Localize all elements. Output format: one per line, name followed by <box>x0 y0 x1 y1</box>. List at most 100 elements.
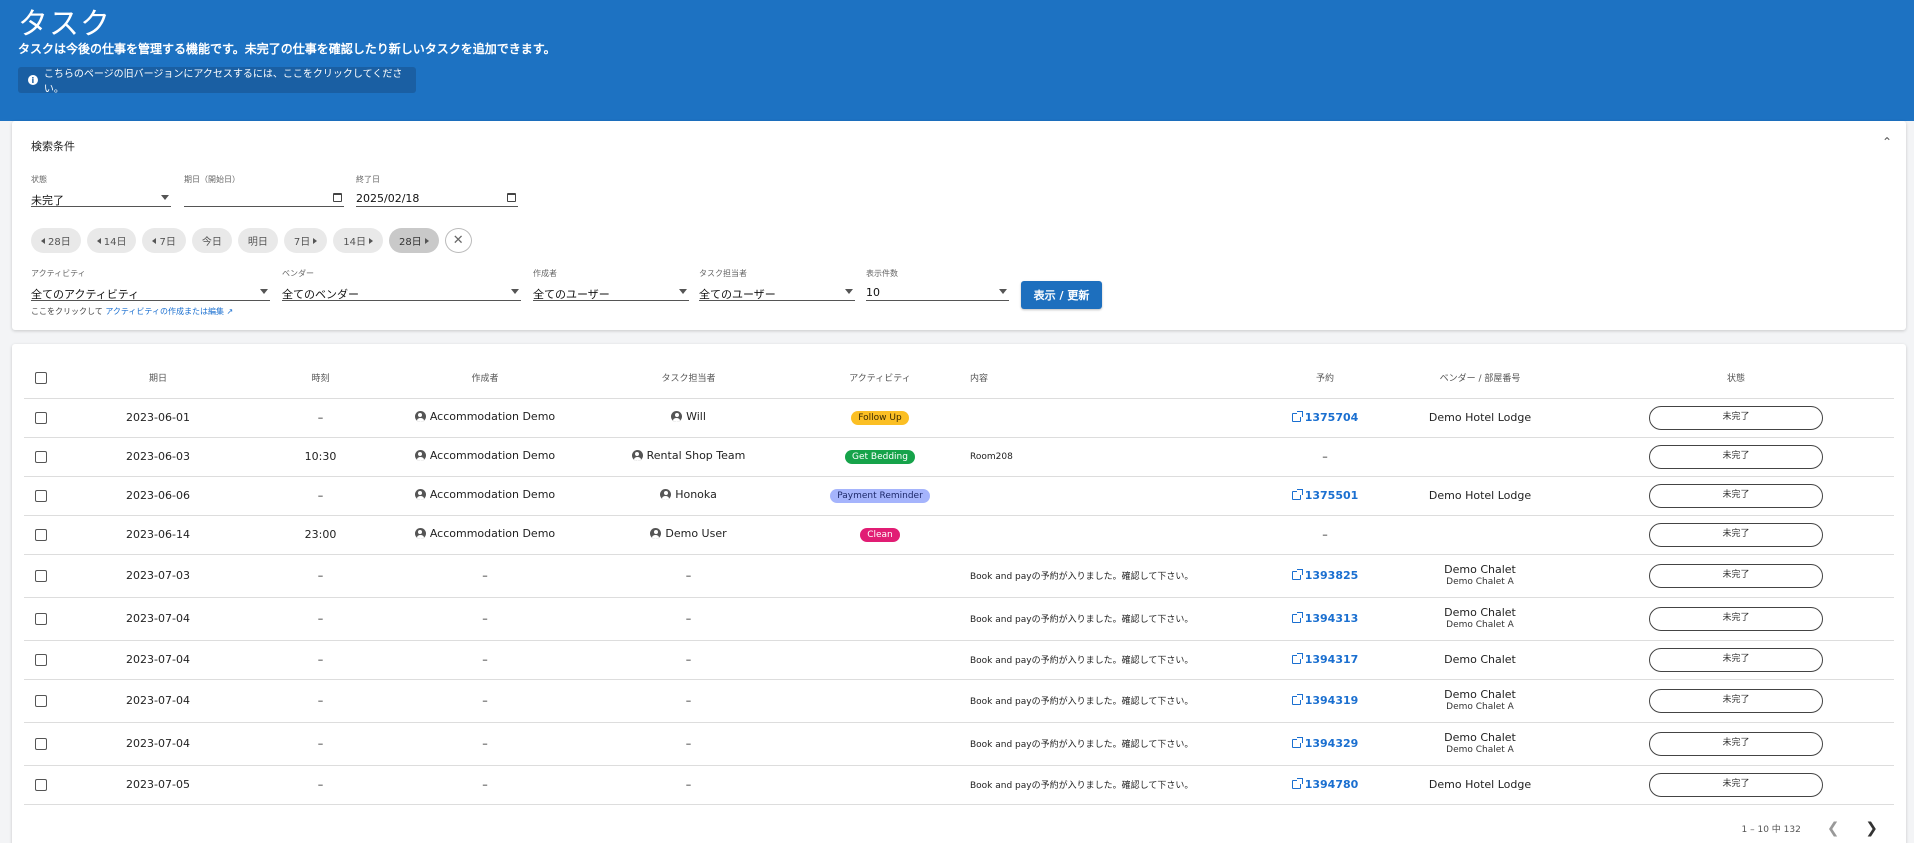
table-row[interactable]: 2023-07-04– – – Book and payの予約が入りました。確認して下… <box>24 679 1894 723</box>
reservation-link[interactable]: 1394317 <box>1291 652 1358 666</box>
creator-select[interactable]: 作成者 全てのユーザー <box>533 269 689 301</box>
row-checkbox[interactable] <box>35 451 47 463</box>
table-row[interactable]: 2023-06-06– Accommodation Demo Honoka Payme… <box>24 476 1894 516</box>
activity-cell <box>790 765 970 805</box>
status-label: 状態 <box>31 175 47 184</box>
row-checkbox[interactable] <box>35 412 47 424</box>
status-cell: 未完了 <box>1578 679 1894 723</box>
status-button[interactable]: 未完了 <box>1649 772 1823 797</box>
row-checkbox[interactable] <box>35 779 47 791</box>
external-link-icon <box>1291 652 1303 664</box>
status-button[interactable]: 未完了 <box>1649 731 1823 756</box>
chip-minus-7[interactable]: 7日 <box>142 228 186 253</box>
triangle-right-icon <box>313 237 318 244</box>
chip-label: 28日 <box>398 237 422 248</box>
status-value: 未完了 <box>31 194 64 207</box>
row-checkbox[interactable] <box>35 613 47 625</box>
chevron-left-icon[interactable]: ❮ <box>1827 819 1840 837</box>
submit-button[interactable]: 表示 / 更新 <box>1021 281 1102 309</box>
chip-plus-14[interactable]: 14日 <box>333 228 383 253</box>
chevron-up-icon[interactable]: ⌃ <box>1882 135 1892 149</box>
row-checkbox[interactable] <box>35 738 47 750</box>
per-page-select[interactable]: 表示件数 10 <box>866 269 1009 301</box>
reservation-link[interactable]: 1393825 <box>1291 568 1358 582</box>
status-button[interactable]: 未完了 <box>1649 444 1823 469</box>
chip-tomorrow[interactable]: 明日 <box>237 228 278 253</box>
table-row[interactable]: 2023-06-14 23:00 Accommodation Demo Demo Us… <box>24 515 1894 555</box>
chip-plus-28[interactable]: 28日 <box>388 228 439 253</box>
clear-date-button[interactable]: ✕ <box>444 228 472 253</box>
col-content: 内容 <box>970 358 1268 399</box>
row-checkbox[interactable] <box>35 490 47 502</box>
col-reservation: 予約 <box>1268 358 1382 399</box>
activity-cell <box>790 679 970 723</box>
col-date[interactable]: 期日 <box>58 358 258 399</box>
vendor-cell-content: Demo Chalet <box>1382 653 1578 667</box>
empty-dash: – <box>1322 450 1328 463</box>
calendar-icon[interactable] <box>333 193 342 202</box>
activity-select[interactable]: アクティビティ 全てのアクティビティ <box>31 269 270 301</box>
row-checkbox[interactable] <box>35 654 47 666</box>
old-version-link[interactable]: i こちらのページの旧バージョンにアクセスするには、ここをクリックしてください。 <box>18 67 416 95</box>
vendor-cell-content: Demo Chalet Demo Chalet A <box>1382 563 1578 588</box>
status-button[interactable]: 未完了 <box>1649 563 1823 588</box>
reservation-link[interactable]: 1394319 <box>1291 693 1358 707</box>
calendar-icon[interactable] <box>507 193 516 202</box>
empty-dash: – <box>685 612 692 625</box>
reservation-link[interactable]: 1375704 <box>1291 410 1358 424</box>
row-checkbox-cell <box>24 476 58 516</box>
row-checkbox[interactable] <box>35 570 47 582</box>
end-date-field[interactable]: 終了日 2025/02/18 <box>356 175 518 207</box>
status-select[interactable]: 状態 未完了 <box>31 175 171 207</box>
date-cell: 2023-06-03 <box>58 437 258 477</box>
chip-minus-14[interactable]: 14日 <box>86 228 137 253</box>
activity-help-prefix: ここをクリックして <box>31 307 103 316</box>
table-row[interactable]: 2023-06-03 10:30 Accommodation Demo Rental … <box>24 437 1894 477</box>
vendor-name: Demo Chalet <box>1444 652 1516 666</box>
row-checkbox[interactable] <box>35 529 47 541</box>
table-row[interactable]: 2023-07-04– – – Book and payの予約が入りました。確認して下… <box>24 597 1894 641</box>
date-cell: 2023-07-04 <box>58 679 258 723</box>
reservation-link[interactable]: 1394313 <box>1291 611 1358 625</box>
reservation-id: 1394329 <box>1304 736 1359 750</box>
status-button[interactable]: 未完了 <box>1649 647 1823 672</box>
reservation-link[interactable]: 1394780 <box>1291 777 1358 791</box>
assignee-name: Demo User <box>665 527 727 540</box>
vendor-select[interactable]: ベンダー 全てのベンダー <box>282 269 521 301</box>
table-row[interactable]: 2023-07-03– – – Book and payの予約が入りました。確認して下… <box>24 554 1894 598</box>
chip-minus-28[interactable]: 28日 <box>31 228 81 253</box>
content-cell <box>970 515 1268 555</box>
close-icon: ✕ <box>452 233 464 248</box>
chip-plus-7[interactable]: 7日 <box>283 228 328 253</box>
status-button[interactable]: 未完了 <box>1649 688 1823 713</box>
row-checkbox-cell <box>24 515 58 555</box>
vendor-name: Demo Hotel Lodge <box>1428 410 1532 424</box>
reservation-link[interactable]: 1375501 <box>1291 488 1358 502</box>
status-button[interactable]: 未完了 <box>1649 606 1823 631</box>
start-date-field[interactable]: 期日（開始日） <box>184 175 344 207</box>
triangle-left-icon <box>152 237 157 244</box>
chip-today[interactable]: 今日 <box>191 228 232 253</box>
table-row[interactable]: 2023-06-01– Accommodation Demo Will Follow … <box>24 398 1894 438</box>
row-checkbox[interactable] <box>35 695 47 707</box>
assignee-select[interactable]: タスク担当者 全てのユーザー <box>699 269 855 301</box>
assignee-cell: Will <box>587 398 790 438</box>
table-row[interactable]: 2023-07-04– – – Book and payの予約が入りました。確認して下… <box>24 722 1894 766</box>
reservation-link[interactable]: 1394329 <box>1291 736 1359 750</box>
page-subtitle: タスクは今後の仕事を管理する機能です。未完了の仕事を確認したり新しいタスクを追加… <box>18 42 556 56</box>
page-header: タスク タスクは今後の仕事を管理する機能です。未完了の仕事を確認したり新しいタス… <box>0 0 1914 121</box>
assignee-value: 全てのユーザー <box>699 288 776 301</box>
status-button[interactable]: 未完了 <box>1649 483 1823 508</box>
status-button[interactable]: 未完了 <box>1649 522 1823 547</box>
select-all-checkbox[interactable] <box>35 371 47 384</box>
reservation-cell: 1394780 <box>1268 765 1382 805</box>
table-row[interactable]: 2023-07-04– – – Book and payの予約が入りました。確認して下… <box>24 640 1894 680</box>
status-button[interactable]: 未完了 <box>1649 405 1823 430</box>
activity-edit-link[interactable]: アクティビティの作成または編集 <box>105 307 224 316</box>
chevron-right-icon[interactable]: ❯ <box>1865 819 1878 837</box>
vendor-cell: Demo Hotel Lodge <box>1382 765 1578 805</box>
empty-dash: – <box>685 778 692 791</box>
activity-badge: Get Bedding <box>845 450 915 464</box>
table-row[interactable]: 2023-07-05– – – Book and payの予約が入りました。確認して下… <box>24 765 1894 805</box>
vendor-cell: Demo Hotel Lodge <box>1382 398 1578 438</box>
